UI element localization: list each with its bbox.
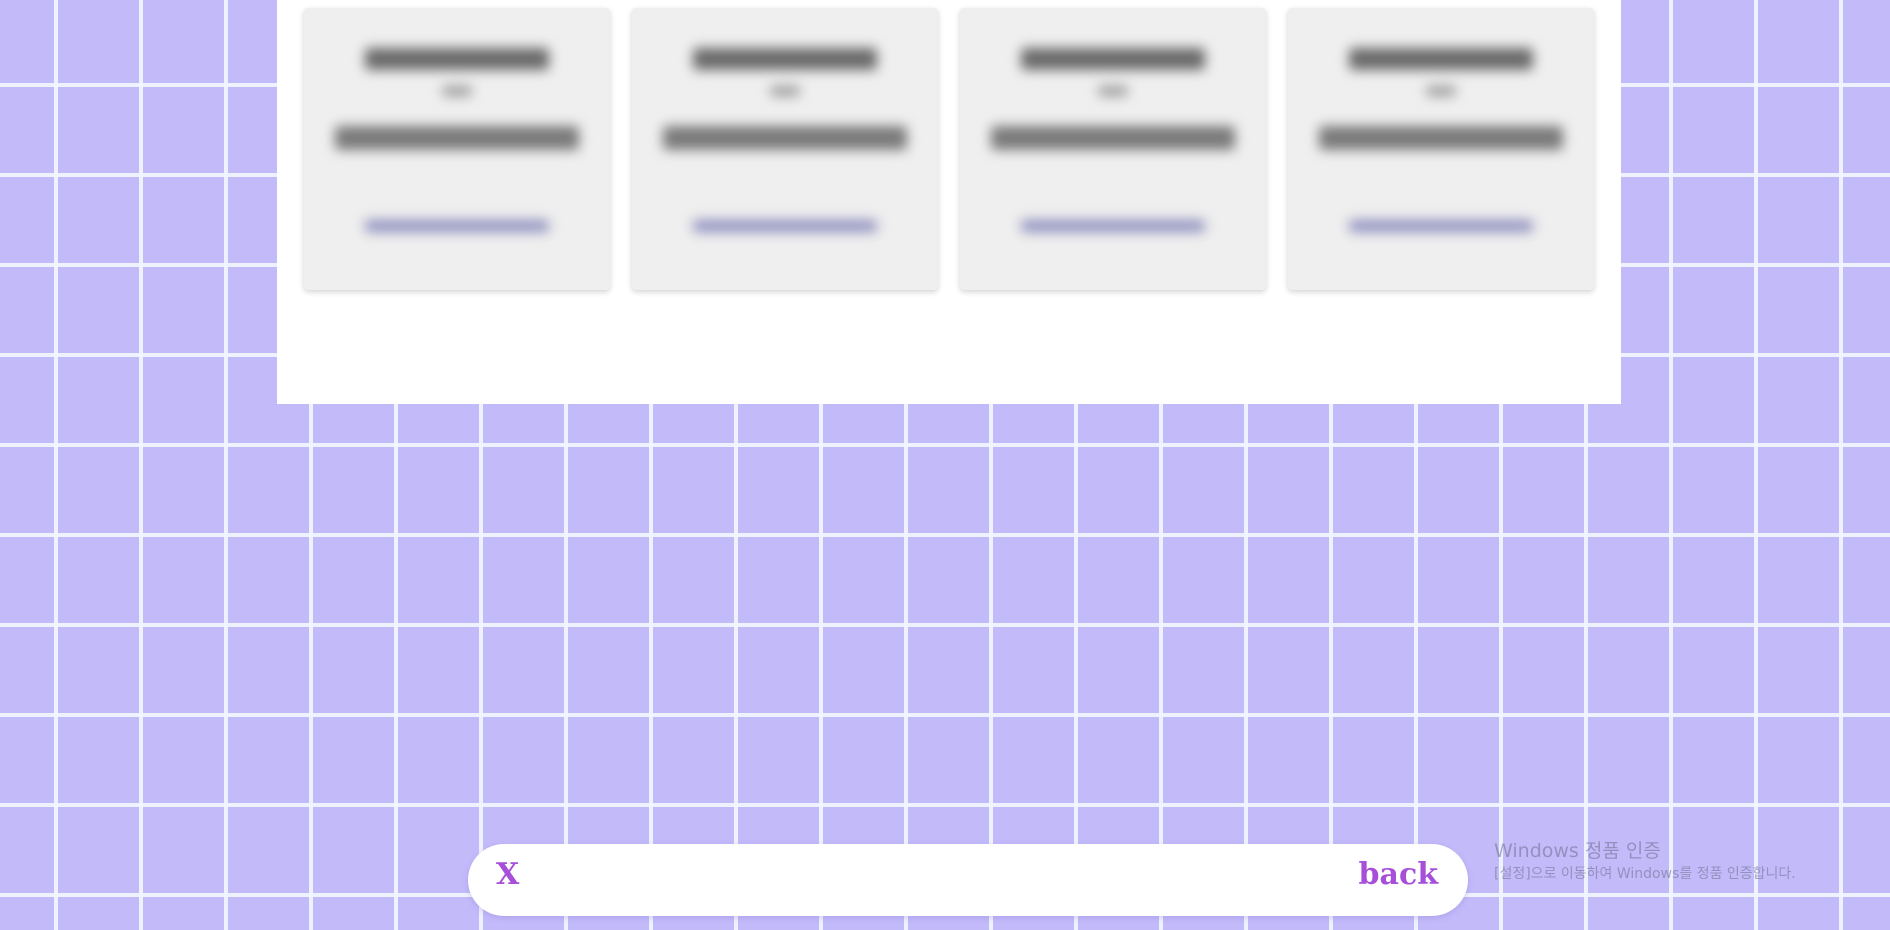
card-subtitle-placeholder — [1425, 86, 1457, 96]
back-button[interactable]: back — [1359, 857, 1438, 892]
watermark-subtitle: [설정]으로 이동하여 Windows를 정품 인증합니다. — [1494, 866, 1796, 882]
blurred-card — [632, 8, 938, 290]
card-title-placeholder — [1021, 48, 1205, 70]
watermark-title: Windows 정품 인증 — [1494, 840, 1661, 862]
card-subtitle-placeholder — [769, 86, 801, 96]
card-text-placeholder — [1318, 126, 1564, 150]
close-button[interactable]: X — [496, 857, 519, 892]
blurred-card — [304, 8, 610, 290]
card-link-placeholder — [1349, 220, 1533, 232]
windows-activation-watermark: Windows 정품 인증 [설정]으로 이동하여 Windows를 정품 인증… — [1494, 838, 1796, 884]
card-title-placeholder — [693, 48, 877, 70]
card-text-placeholder — [334, 126, 580, 150]
card-subtitle-placeholder — [1097, 86, 1129, 96]
card-text-placeholder — [990, 126, 1236, 150]
card-text-placeholder — [662, 126, 908, 150]
bottom-bar: X back — [468, 844, 1468, 916]
card-title-placeholder — [365, 48, 549, 70]
card-link-placeholder — [693, 220, 877, 232]
blurred-card-content — [1288, 8, 1594, 290]
card-link-placeholder — [1021, 220, 1205, 232]
card-title-placeholder — [1349, 48, 1533, 70]
content-panel — [277, 0, 1621, 404]
blurred-card — [960, 8, 1266, 290]
blurred-card-content — [632, 8, 938, 290]
blurred-card-content — [304, 8, 610, 290]
blurred-card — [1288, 8, 1594, 290]
blurred-card-content — [960, 8, 1266, 290]
card-link-placeholder — [365, 220, 549, 232]
card-subtitle-placeholder — [441, 86, 473, 96]
